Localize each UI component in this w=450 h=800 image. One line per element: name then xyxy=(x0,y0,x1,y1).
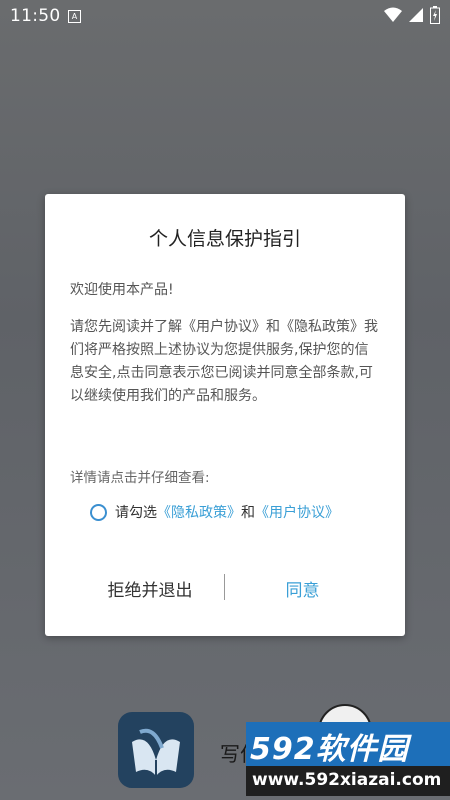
agree-button[interactable]: 同意 xyxy=(245,576,360,601)
notification-a-icon: A xyxy=(68,10,81,23)
details-prompt: 详情请点击并仔细查看: xyxy=(70,470,210,486)
user-agreement-link[interactable]: 《用户协议》 xyxy=(255,502,339,522)
wifi-icon xyxy=(384,7,402,22)
watermark-url: www.592xiazai.com xyxy=(252,770,442,790)
watermark-title: 592软件园 xyxy=(250,732,409,767)
privacy-policy-link[interactable]: 《隐私政策》 xyxy=(157,502,241,522)
dialog-welcome: 欢迎使用本产品! xyxy=(70,282,174,298)
battery-icon xyxy=(430,6,440,24)
consent-prefix: 请勾选 xyxy=(115,505,157,521)
status-time: 11:50 xyxy=(10,6,61,26)
status-icons xyxy=(384,6,440,24)
decline-button[interactable]: 拒绝并退出 xyxy=(85,576,215,601)
book-logo-icon xyxy=(132,728,180,776)
status-bar: 11:50 A xyxy=(0,0,450,32)
consent-radio[interactable] xyxy=(90,503,107,521)
dialog-body: 请您先阅读并了解《用户协议》和《隐私政策》我们将严格按照上述协议为您提供服务,保… xyxy=(70,319,378,404)
button-divider xyxy=(224,574,225,600)
watermark: 592软件园 www.592xiazai.com xyxy=(246,722,450,800)
consent-and: 和 xyxy=(241,505,255,521)
signal-icon xyxy=(409,8,423,22)
privacy-dialog: 个人信息保护指引 欢迎使用本产品! 请您先阅读并了解《用户协议》和《隐私政策》我… xyxy=(45,194,405,636)
app-logo xyxy=(118,712,194,788)
consent-row: 请勾选 《隐私政策》 和 《用户协议》 xyxy=(90,502,339,522)
dialog-title: 个人信息保护指引 xyxy=(148,228,301,250)
dialog-buttons: 拒绝并退出 同意 xyxy=(45,570,405,606)
